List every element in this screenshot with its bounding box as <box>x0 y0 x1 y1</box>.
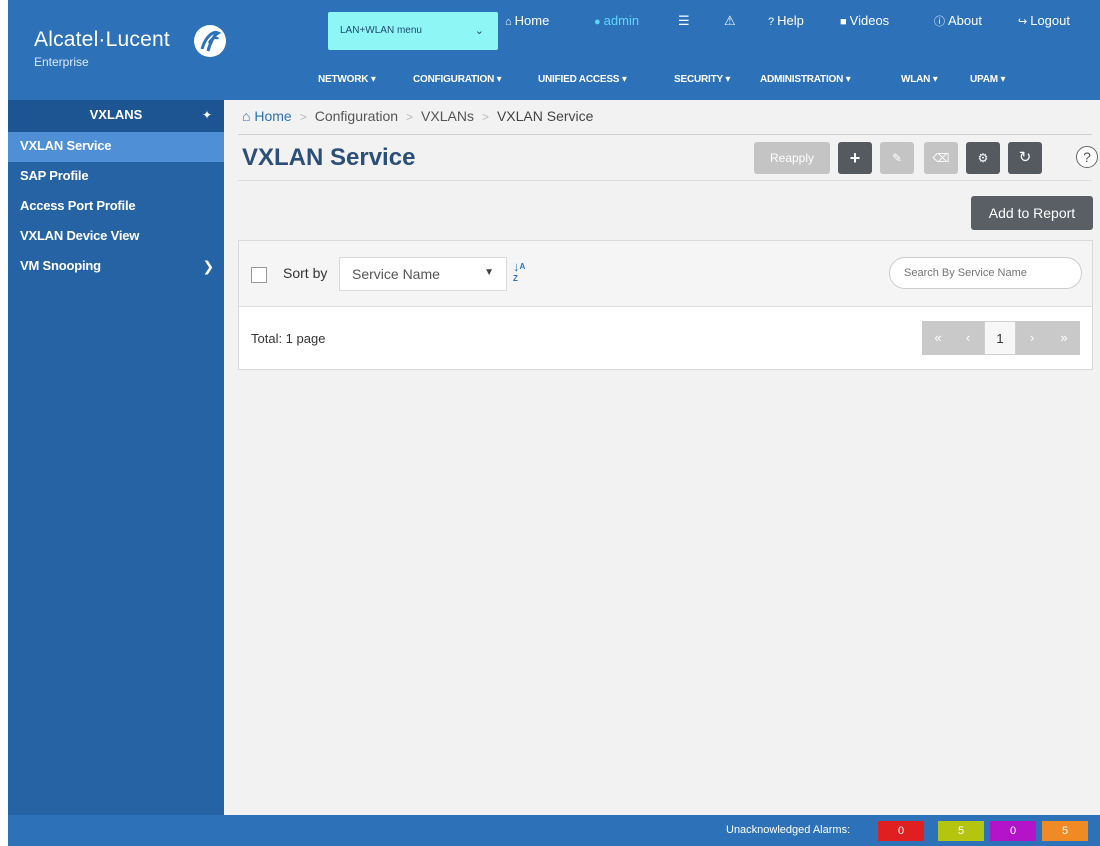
videos-link[interactable]: ■ Videos <box>840 13 889 28</box>
edit-button[interactable]: ✎ <box>880 142 914 174</box>
refresh-button[interactable]: ↻ <box>1008 142 1042 174</box>
nav-upam[interactable]: UPAM ▾ <box>970 74 1006 85</box>
list-toolbar: Sort by Service Name ▼ ↓A Z <box>239 241 1092 307</box>
delete-button[interactable]: ⌫ <box>924 142 958 174</box>
info-icon: ⓘ <box>934 16 945 28</box>
nav-administration[interactable]: ADMINISTRATION ▾ <box>760 74 851 85</box>
edit-icon: ✎ <box>891 151 903 165</box>
page-title: VXLAN Service <box>242 144 416 171</box>
trash-icon: ⌫ <box>932 151 950 165</box>
sidebar: VXLANS ✦ VXLAN Service SAP Profile Acces… <box>8 100 224 815</box>
breadcrumb-separator: > <box>299 110 307 124</box>
last-page-button[interactable]: » <box>1048 321 1080 355</box>
pin-icon[interactable]: ✦ <box>202 100 212 130</box>
chevron-right-icon: ❯ <box>202 258 214 274</box>
add-to-report-button[interactable]: Add to Report <box>971 196 1093 230</box>
breadcrumb-separator: > <box>406 110 414 124</box>
sidebar-item-label: VM Snooping <box>20 258 101 273</box>
nav-wlan[interactable]: WLAN ▾ <box>901 74 938 85</box>
help-link[interactable]: ? Help <box>768 13 804 28</box>
search-input[interactable] <box>889 257 1082 289</box>
alarm-minor-badge[interactable]: 0 <box>990 821 1036 841</box>
first-page-button[interactable]: « <box>922 321 954 355</box>
divider <box>238 180 1092 181</box>
alert-bell-icon[interactable]: ⚠ <box>724 13 736 29</box>
settings-button[interactable]: ⚙ <box>966 142 1000 174</box>
home-icon: ⌂ <box>242 108 251 124</box>
alarm-major-badge[interactable]: 5 <box>938 821 984 841</box>
sidebar-item-label: VXLAN Service <box>20 138 112 153</box>
about-link[interactable]: ⓘ About <box>934 13 982 29</box>
current-page[interactable]: 1 <box>984 321 1016 355</box>
sidebar-item-sap-profile[interactable]: SAP Profile <box>8 162 224 192</box>
sort-az-icon[interactable]: ↓A Z <box>513 260 525 285</box>
sidebar-item-label: Access Port Profile <box>20 198 136 213</box>
user-admin-link[interactable]: ● admin <box>594 13 639 28</box>
sidebar-header: VXLANS ✦ <box>8 100 224 132</box>
reapply-button[interactable]: Reapply <box>754 142 830 174</box>
top-header: Alcatel·Lucent Enterprise LAN+WLAN menu … <box>8 0 1100 100</box>
list-panel: Sort by Service Name ▼ ↓AZ Total: 1 page… <box>238 240 1093 370</box>
plus-icon: + <box>849 148 861 168</box>
divider <box>238 134 1092 135</box>
sort-by-label: Sort by <box>283 265 328 281</box>
breadcrumb-home[interactable]: ⌂ Home <box>242 108 292 124</box>
home-icon: ⌂ <box>505 16 512 28</box>
prev-page-button[interactable]: ‹ <box>952 321 984 355</box>
logout-link[interactable]: ↪ Logout <box>1018 13 1070 28</box>
nav-security[interactable]: SECURITY ▾ <box>674 74 730 85</box>
next-page-button[interactable]: › <box>1016 321 1048 355</box>
sidebar-item-vxlan-service[interactable]: VXLAN Service <box>8 132 224 162</box>
nav-configuration[interactable]: CONFIGURATION ▾ <box>413 74 502 85</box>
main-nav: NETWORK ▾ CONFIGURATION ▾ UNIFIED ACCESS… <box>8 74 1100 90</box>
breadcrumb-current: VXLAN Service <box>496 108 594 124</box>
alarm-critical-badge[interactable]: 0 <box>878 821 924 841</box>
breadcrumb-vxlans[interactable]: VXLANs <box>421 108 474 124</box>
nav-unified-access[interactable]: UNIFIED ACCESS ▾ <box>538 74 627 85</box>
user-icon: ● <box>594 16 601 28</box>
total-pages-text: Total: 1 page <box>251 331 326 346</box>
refresh-icon: ↻ <box>1018 149 1032 166</box>
sidebar-title: VXLANS <box>89 107 143 122</box>
list-menu-icon[interactable]: ☰ <box>678 13 690 29</box>
brand-logo[interactable]: Alcatel·Lucent Enterprise <box>34 25 226 69</box>
sort-by-select[interactable]: Service Name ▼ <box>339 257 507 291</box>
alarm-warning-badge[interactable]: 5 <box>1042 821 1088 841</box>
select-all-checkbox[interactable] <box>251 267 267 283</box>
gear-icon: ⚙ <box>977 151 989 165</box>
breadcrumb-separator: > <box>481 110 489 124</box>
logo-subtitle: Enterprise <box>34 55 89 69</box>
logo-text: Alcatel·Lucent <box>34 28 170 51</box>
logout-icon: ↪ <box>1018 16 1028 28</box>
video-camera-icon: ■ <box>840 16 847 28</box>
footer-bar: Unacknowledged Alarms: 0 5 0 5 <box>8 815 1100 846</box>
sidebar-item-label: SAP Profile <box>20 168 89 183</box>
question-icon: ? <box>768 16 775 28</box>
sidebar-item-vm-snooping[interactable]: VM Snooping ❯ <box>8 252 224 282</box>
sort-by-value: Service Name <box>352 266 440 282</box>
help-icon[interactable]: ? <box>1076 146 1098 168</box>
sidebar-item-access-port-profile[interactable]: Access Port Profile <box>8 192 224 222</box>
breadcrumb-configuration[interactable]: Configuration <box>315 108 398 124</box>
sidebar-item-vxlan-device-view[interactable]: VXLAN Device View <box>8 222 224 252</box>
alarms-label: Unacknowledged Alarms: <box>726 824 851 836</box>
nav-network[interactable]: NETWORK ▾ <box>318 74 376 85</box>
sidebar-item-label: VXLAN Device View <box>20 228 140 243</box>
caret-down-icon: ▼ <box>484 267 494 278</box>
breadcrumb: ⌂ Home > Configuration > VXLANs > VXLAN Servic… <box>242 108 593 124</box>
home-link[interactable]: ⌂ Home <box>505 13 549 28</box>
add-button[interactable]: + <box>838 142 872 174</box>
main-content: ⌂ Home > Configuration > VXLANs > VXLAN Servic… <box>224 100 1100 815</box>
